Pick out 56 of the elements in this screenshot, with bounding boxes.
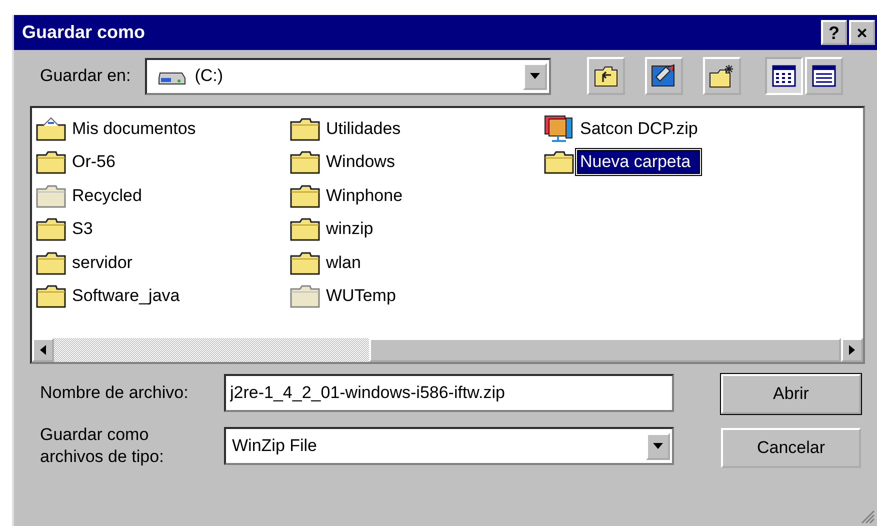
folder-icon [36, 284, 66, 308]
file-name[interactable]: Mis documentos [70, 118, 198, 140]
close-button[interactable]: × [849, 20, 875, 45]
up-folder-button[interactable] [586, 57, 625, 95]
pencil-icon [650, 64, 677, 88]
file-name[interactable]: Software_java [70, 285, 182, 308]
list-view-icon [772, 65, 796, 87]
monitor-icon [544, 114, 574, 143]
file-name[interactable]: Windows [324, 151, 397, 174]
up-folder-icon [594, 65, 618, 87]
file-type-dropdown[interactable]: WinZip File [224, 427, 674, 465]
dropdown-value: (C:) [194, 66, 224, 86]
file-name[interactable]: S3 [70, 218, 95, 240]
file-name[interactable]: Satcon DCP.zip [578, 118, 700, 140]
location-dropdown[interactable]: (C:) [144, 58, 551, 94]
resize-grip-icon [861, 510, 875, 524]
rename-field[interactable]: Nueva carpeta [578, 151, 699, 174]
left-arrow-icon [39, 344, 47, 356]
new-folder-icon [708, 64, 735, 88]
folder-icon [290, 250, 320, 275]
folder-icon [544, 150, 574, 174]
folder-icon [36, 150, 66, 174]
window-title: Guardar como [22, 22, 146, 43]
file-name[interactable]: Or-56 [70, 151, 118, 174]
field-label: Guardar en: [40, 66, 131, 86]
file-name[interactable]: Utilidades [324, 118, 403, 140]
cancel-button[interactable]: Cancelar [721, 428, 861, 468]
file-name[interactable]: wlan [324, 252, 363, 274]
file-name[interactable]: winzip [324, 218, 376, 240]
scroll-right-button[interactable] [841, 338, 863, 362]
open-button[interactable]: Abrir [721, 374, 861, 414]
file-name[interactable]: WUTemp [324, 285, 398, 308]
scrollbar-thumb[interactable] [368, 338, 841, 362]
right-arrow-icon [848, 344, 856, 356]
details-view-icon [812, 65, 836, 87]
folder-icon [36, 184, 66, 208]
new-folder-button[interactable] [702, 57, 741, 95]
folder-icon [36, 217, 66, 242]
document-folder-icon [36, 116, 66, 141]
folder-icon [290, 150, 320, 174]
folder-icon [290, 184, 320, 208]
folder-icon [290, 217, 320, 242]
file-name[interactable]: Recycled [70, 184, 144, 207]
scroll-left-button[interactable] [32, 338, 54, 362]
file-name[interactable]: servidor [70, 252, 134, 274]
folder-icon [36, 250, 66, 275]
dropdown-value: WinZip File [231, 436, 318, 456]
pencil-button[interactable] [644, 57, 683, 95]
folder-icon [290, 116, 320, 141]
list-view-button[interactable] [764, 57, 803, 95]
field-label: Guardar como archivos de tipo: [40, 424, 165, 468]
file-name[interactable]: Winphone [324, 184, 405, 207]
help-button[interactable]: ? [821, 20, 847, 45]
field-label: Nombre de archivo: [40, 383, 190, 403]
folder-icon [290, 284, 320, 308]
details-view-button[interactable] [804, 57, 843, 95]
